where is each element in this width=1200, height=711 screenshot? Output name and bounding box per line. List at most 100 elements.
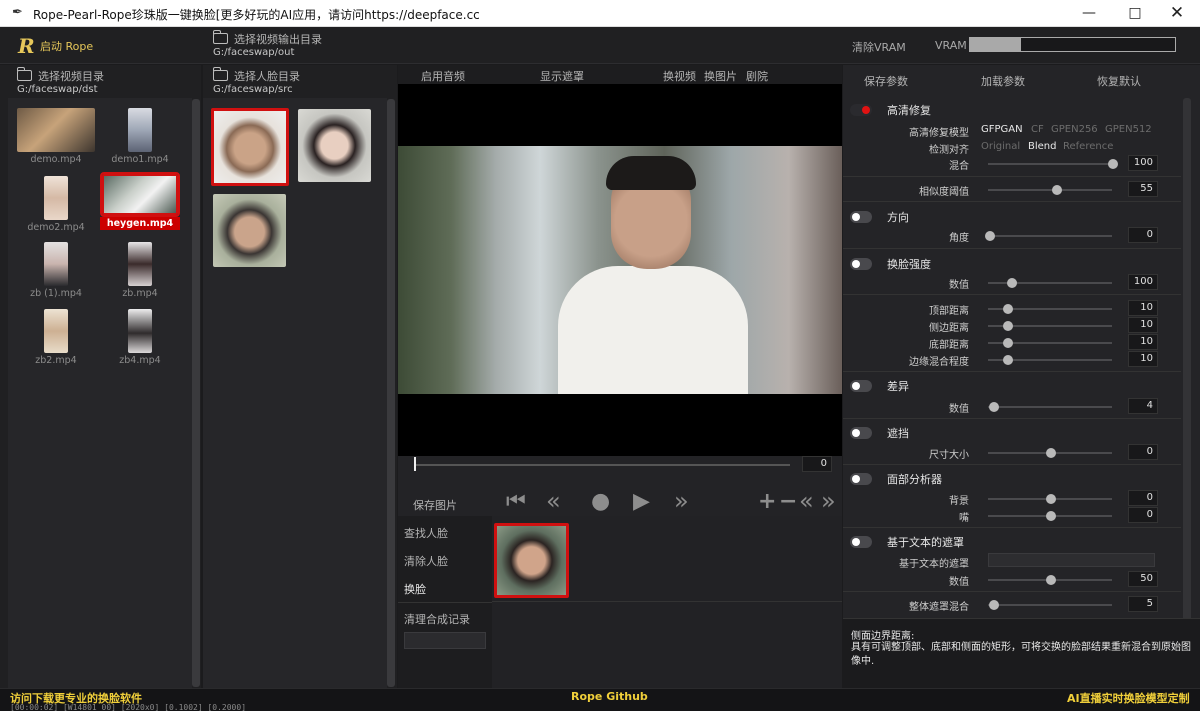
diff-value[interactable]: 4 bbox=[1128, 398, 1158, 414]
source-face[interactable] bbox=[213, 194, 286, 267]
slider-knob[interactable] bbox=[989, 600, 999, 610]
add-marker-icon[interactable]: + bbox=[758, 491, 776, 513]
top-distance-slider[interactable] bbox=[988, 304, 1112, 314]
slider-knob[interactable] bbox=[1052, 185, 1062, 195]
slider-knob[interactable] bbox=[1046, 448, 1056, 458]
face-list-scrollbar[interactable] bbox=[387, 99, 395, 687]
angle-value[interactable]: 0 bbox=[1128, 227, 1158, 243]
video-item-zb1[interactable]: zb (1).mp4 bbox=[16, 242, 96, 299]
play-icon[interactable]: ▶ bbox=[633, 491, 650, 513]
skip-to-start-icon[interactable]: ⏮ bbox=[506, 491, 526, 513]
top-distance-value[interactable]: 10 bbox=[1128, 300, 1158, 316]
merge-name-input[interactable] bbox=[404, 632, 486, 649]
video-item-zb4[interactable]: zb4.mp4 bbox=[100, 309, 180, 366]
slider-knob[interactable] bbox=[1046, 575, 1056, 585]
text-mask-input[interactable] bbox=[988, 553, 1155, 567]
params-scrollbar[interactable] bbox=[1183, 98, 1191, 678]
swap-image-tab[interactable]: 换图片 bbox=[704, 68, 737, 84]
strength-slider[interactable] bbox=[988, 278, 1112, 288]
edge-blend-value[interactable]: 10 bbox=[1128, 351, 1158, 367]
overall-mask-value[interactable]: 5 bbox=[1128, 596, 1158, 612]
slider-knob[interactable] bbox=[1007, 278, 1017, 288]
theater-mode-button[interactable]: 剧院 bbox=[746, 68, 768, 84]
save-image-button[interactable]: 保存图片 bbox=[413, 497, 457, 513]
source-face-selected[interactable] bbox=[211, 108, 289, 186]
detect-option-original[interactable]: Original bbox=[981, 141, 1020, 152]
slider-knob[interactable] bbox=[985, 231, 995, 241]
record-icon[interactable]: ● bbox=[591, 491, 610, 513]
show-mask-toggle[interactable]: 显示遮罩 bbox=[540, 68, 584, 84]
swap-strength-toggle[interactable] bbox=[850, 258, 872, 270]
source-face[interactable] bbox=[298, 109, 371, 182]
strength-value[interactable]: 100 bbox=[1128, 274, 1158, 290]
video-list-scrollbar[interactable] bbox=[192, 99, 200, 687]
rope-github-link[interactable]: Rope Github bbox=[571, 690, 648, 703]
face-parser-toggle[interactable] bbox=[850, 473, 872, 485]
close-button[interactable]: ✕ bbox=[1154, 0, 1200, 27]
occlusion-size-value[interactable]: 0 bbox=[1128, 444, 1158, 460]
background-value[interactable]: 0 bbox=[1128, 490, 1158, 506]
model-option-cf[interactable]: CF bbox=[1031, 124, 1044, 135]
clear-faces-button[interactable]: 清除人脸 bbox=[404, 553, 448, 569]
find-faces-button[interactable]: 查找人脸 bbox=[404, 525, 448, 541]
next-marker-icon[interactable]: » bbox=[821, 489, 836, 513]
save-params-button[interactable]: 保存参数 bbox=[864, 73, 908, 89]
occlusion-size-slider[interactable] bbox=[988, 448, 1112, 458]
video-item-zb2[interactable]: zb2.mp4 bbox=[16, 309, 96, 366]
text-mask-value[interactable]: 50 bbox=[1128, 571, 1158, 587]
swap-video-tab[interactable]: 换视频 bbox=[663, 68, 696, 84]
output-folder-button[interactable]: 选择视频输出目录 bbox=[212, 30, 322, 47]
maximize-button[interactable]: □ bbox=[1112, 0, 1158, 27]
load-params-button[interactable]: 加载参数 bbox=[981, 73, 1025, 89]
occlusion-toggle[interactable] bbox=[850, 427, 872, 439]
prev-marker-icon[interactable]: « bbox=[799, 489, 814, 513]
restore-toggle[interactable] bbox=[850, 104, 872, 116]
orientation-toggle[interactable] bbox=[850, 211, 872, 223]
blend-value[interactable]: 100 bbox=[1128, 155, 1158, 171]
diff-toggle[interactable] bbox=[850, 380, 872, 392]
side-distance-slider[interactable] bbox=[988, 321, 1112, 331]
similarity-value[interactable]: 55 bbox=[1128, 181, 1158, 197]
face-folder-button[interactable]: 选择人脸目录 bbox=[212, 67, 300, 84]
frame-number-field[interactable]: 0 bbox=[802, 456, 832, 472]
slider-knob[interactable] bbox=[989, 402, 999, 412]
overall-mask-slider[interactable] bbox=[988, 600, 1112, 610]
edge-blend-slider[interactable] bbox=[988, 355, 1112, 365]
swap-faces-button[interactable]: 换脸 bbox=[404, 581, 426, 597]
mouth-value[interactable]: 0 bbox=[1128, 507, 1158, 523]
video-folder-button[interactable]: 选择视频目录 bbox=[16, 67, 104, 84]
slider-knob[interactable] bbox=[1003, 338, 1013, 348]
bottom-distance-value[interactable]: 10 bbox=[1128, 334, 1158, 350]
bottom-distance-slider[interactable] bbox=[988, 338, 1112, 348]
rewind-icon[interactable]: « bbox=[546, 489, 561, 513]
blend-slider[interactable] bbox=[988, 159, 1118, 169]
custom-model-link[interactable]: AI直播实时换脸模型定制 bbox=[1067, 690, 1190, 706]
video-item-zb[interactable]: zb.mp4 bbox=[100, 242, 180, 299]
side-distance-value[interactable]: 10 bbox=[1128, 317, 1158, 333]
remove-marker-icon[interactable]: − bbox=[779, 491, 797, 513]
similarity-slider[interactable] bbox=[988, 185, 1112, 195]
slider-knob[interactable] bbox=[1046, 494, 1056, 504]
diff-slider[interactable] bbox=[988, 402, 1112, 412]
video-item-demo2[interactable]: demo2.mp4 bbox=[16, 176, 96, 233]
slider-knob[interactable] bbox=[1003, 355, 1013, 365]
minimize-button[interactable]: — bbox=[1066, 0, 1112, 27]
enable-audio-toggle[interactable]: 启用音频 bbox=[421, 68, 465, 84]
clear-vram-button[interactable]: 清除VRAM bbox=[852, 39, 906, 55]
slider-knob[interactable] bbox=[1046, 511, 1056, 521]
slider-knob[interactable] bbox=[1108, 159, 1118, 169]
clear-merge-history-button[interactable]: 清理合成记录 bbox=[404, 611, 470, 627]
text-mask-slider[interactable] bbox=[988, 575, 1112, 585]
model-option-gpen512[interactable]: GPEN512 bbox=[1105, 124, 1152, 135]
background-slider[interactable] bbox=[988, 494, 1112, 504]
slider-knob[interactable] bbox=[1003, 304, 1013, 314]
model-option-gfpgan[interactable]: GFPGAN bbox=[981, 124, 1023, 135]
slider-knob[interactable] bbox=[1003, 321, 1013, 331]
target-face-selected[interactable] bbox=[494, 523, 569, 598]
video-item-demo1[interactable]: demo1.mp4 bbox=[100, 108, 180, 165]
timeline-playhead[interactable] bbox=[414, 457, 416, 471]
text-mask-toggle[interactable] bbox=[850, 536, 872, 548]
start-rope-button[interactable]: 启动 Rope bbox=[40, 38, 93, 54]
fast-forward-icon[interactable]: » bbox=[674, 489, 689, 513]
detect-option-blend[interactable]: Blend bbox=[1028, 141, 1056, 152]
